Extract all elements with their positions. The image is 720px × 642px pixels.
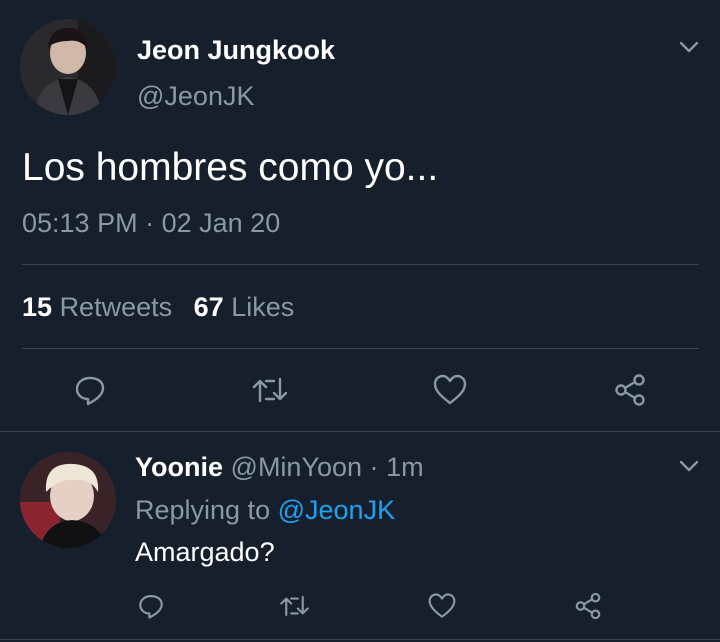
like-icon[interactable] [424,588,460,624]
chevron-down-icon[interactable] [674,34,704,60]
replying-to-handle[interactable]: @JeonJK [278,495,395,525]
reply-icon[interactable] [133,588,169,624]
tweet-time: 05:13 PM [22,208,138,238]
reply-separator: · [369,452,379,482]
tweet-date: 02 Jan 20 [161,208,281,238]
retweet-icon[interactable] [276,588,312,624]
reply-icon[interactable] [68,368,112,412]
author-avatar[interactable] [20,19,116,115]
chevron-down-icon[interactable] [674,453,704,479]
reply-avatar-image [20,452,116,548]
share-icon[interactable] [608,368,652,412]
retweets-label: Retweets [59,292,173,322]
author-avatar-image [20,19,116,115]
likes-count: 67 [193,292,224,322]
reply-text: Amargado? [135,537,275,567]
reply-age: 1m [386,452,424,482]
retweets-count: 15 [22,292,53,322]
author-display-name[interactable]: Jeon Jungkook [137,34,335,66]
divider [0,431,720,432]
divider [0,639,720,640]
replying-to-line: Replying to @JeonJK [135,494,395,526]
tweet-text: Los hombres como yo... [22,146,439,189]
replying-to-label: Replying to [135,495,271,525]
like-icon[interactable] [428,368,472,412]
reply-avatar[interactable] [20,452,116,548]
likes-stat[interactable]: 67 Likes [194,292,295,322]
reply-display-name[interactable]: Yoonie [135,452,223,482]
retweets-stat[interactable]: 15 Retweets [22,292,180,322]
share-icon[interactable] [570,588,606,624]
tweet-timestamp[interactable]: 05:13 PM · 02 Jan 20 [22,207,280,239]
divider [22,264,699,265]
reply-handle[interactable]: @MinYoon [231,452,363,482]
likes-label: Likes [231,292,295,322]
tweet-stats: 15 Retweets 67 Likes [22,291,294,323]
reply-header: Yoonie @MinYoon · 1m [135,451,424,483]
timestamp-separator: · [145,208,155,238]
author-handle[interactable]: @JeonJK [137,80,254,112]
divider [22,348,699,349]
retweet-icon[interactable] [248,368,292,412]
